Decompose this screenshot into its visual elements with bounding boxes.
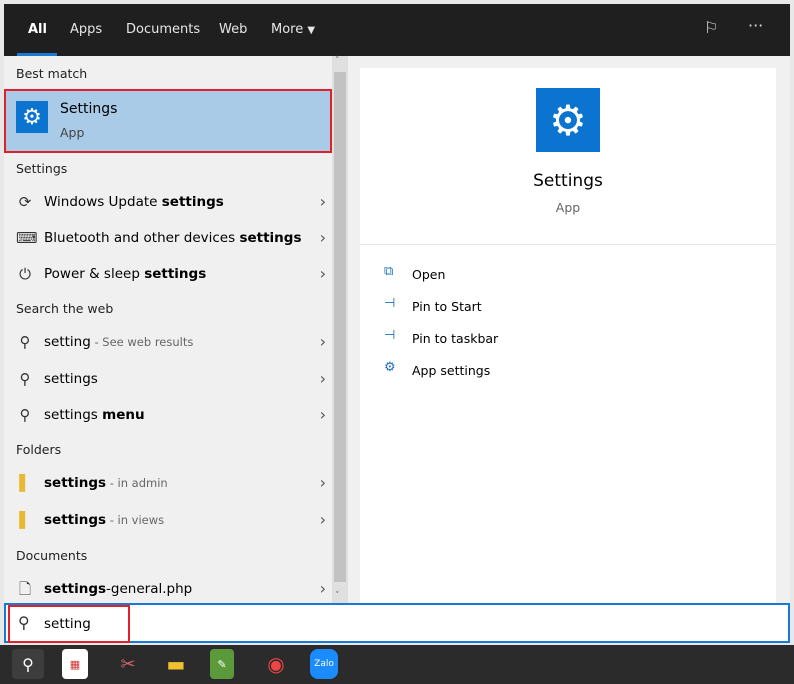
tab-web[interactable]: Web (219, 22, 247, 37)
folder-icon: ▌ (19, 474, 31, 492)
sync-icon: ⟳ (18, 193, 32, 211)
taskbar-search-icon[interactable]: ⚲ (12, 649, 44, 679)
devices-icon: ⌨ (16, 229, 38, 247)
chrome-icon[interactable]: ◉ (260, 649, 292, 679)
results-scrollbar[interactable]: ˄ ˅ (332, 56, 348, 603)
notepad-plus-icon[interactable]: ✎ (210, 649, 234, 679)
preview-subtitle: App (555, 200, 581, 215)
search-header: All Apps Documents Web More ▼ ⚐ ··· (4, 4, 790, 56)
folder-icon: ▌ (19, 511, 31, 529)
chevron-right-icon[interactable]: › (320, 192, 326, 211)
chevron-right-icon[interactable]: › (320, 473, 326, 492)
file-icon: 🗋 (18, 580, 32, 598)
chevron-right-icon[interactable]: › (320, 332, 326, 351)
folder-result-views[interactable]: ▌ settings - in views › (4, 503, 332, 537)
open-icon: ⧉ (384, 264, 394, 279)
chevron-right-icon[interactable]: › (320, 510, 326, 529)
best-match-settings[interactable]: ⚙ Settings App (4, 89, 332, 153)
result-bluetooth-settings[interactable]: ⌨ Bluetooth and other devices settings › (4, 221, 332, 255)
snipping-tool-icon[interactable]: ✂ (112, 649, 144, 679)
scrollbar-thumb[interactable] (334, 72, 346, 582)
settings-app-large-icon: ⚙ (536, 88, 600, 152)
more-options-icon[interactable]: ··· (748, 16, 763, 35)
scroll-up-icon[interactable]: ˄ (335, 56, 340, 66)
section-settings: Settings (16, 161, 68, 176)
tab-more[interactable]: More ▼ (271, 22, 315, 37)
tab-more-label: More (271, 22, 304, 37)
search-icon: ⚲ (19, 333, 31, 351)
search-box[interactable]: ⚲ setting (4, 603, 790, 643)
chevron-right-icon[interactable]: › (320, 405, 326, 424)
section-documents: Documents (16, 548, 88, 563)
section-search-web: Search the web (16, 301, 114, 316)
search-icon: ⚲ (18, 613, 30, 632)
document-result[interactable]: 🗋 settings-general.php › (4, 572, 332, 606)
zalo-icon[interactable]: Zalo (310, 649, 338, 679)
tab-all[interactable]: All (28, 22, 47, 37)
power-icon: ⏻ (19, 265, 31, 283)
result-windows-update-settings[interactable]: ⟳ Windows Update settings › (4, 185, 332, 219)
file-explorer-icon[interactable]: ▬ (160, 649, 192, 679)
web-result-setting[interactable]: ⚲ setting - See web results › (4, 325, 332, 359)
pin-icon: ⊣ (384, 328, 396, 343)
search-icon: ⚲ (19, 406, 31, 424)
gear-icon: ⚙ (384, 360, 396, 375)
result-power-sleep-settings[interactable]: ⏻ Power & sleep settings › (4, 257, 332, 291)
feedback-icon[interactable]: ⚐ (704, 18, 718, 37)
search-input[interactable]: setting (44, 616, 91, 632)
search-icon: ⚲ (19, 370, 31, 388)
web-result-settings-menu[interactable]: ⚲ settings menu › (4, 398, 332, 432)
caret-down-icon: ▼ (307, 25, 316, 36)
chevron-right-icon[interactable]: › (320, 579, 326, 598)
results-pane: Best match ⚙ Settings App Settings ⟳ Wind… (4, 56, 348, 603)
section-folders: Folders (16, 442, 62, 457)
web-result-settings[interactable]: ⚲ settings › (4, 362, 332, 396)
tab-apps[interactable]: Apps (70, 22, 102, 37)
preview-title: Settings (533, 171, 603, 191)
pin-icon: ⊣ (384, 296, 396, 311)
section-best-match: Best match (16, 66, 88, 81)
best-match-subtitle: App (60, 125, 85, 140)
settings-app-icon: ⚙ (16, 101, 48, 133)
chevron-right-icon[interactable]: › (320, 264, 326, 283)
scroll-down-icon[interactable]: ˅ (335, 591, 340, 601)
unikey-icon[interactable]: ▦ (62, 649, 88, 679)
folder-result-admin[interactable]: ▌ settings - in admin › (4, 466, 332, 500)
tab-documents[interactable]: Documents (126, 22, 200, 37)
preview-pane: ⚙ Settings App ⧉ Open ⊣ Pin to Start ⊣ Pin … (348, 56, 790, 603)
best-match-title: Settings (60, 101, 118, 117)
divider (360, 244, 776, 245)
chevron-right-icon[interactable]: › (320, 228, 326, 247)
taskbar: ⚲ ▦ ✂ ▬ ✎ ◉ Zalo (0, 645, 794, 684)
chevron-right-icon[interactable]: › (320, 369, 326, 388)
preview-card: ⚙ Settings App ⧉ Open ⊣ Pin to Start ⊣ Pin … (360, 68, 776, 603)
